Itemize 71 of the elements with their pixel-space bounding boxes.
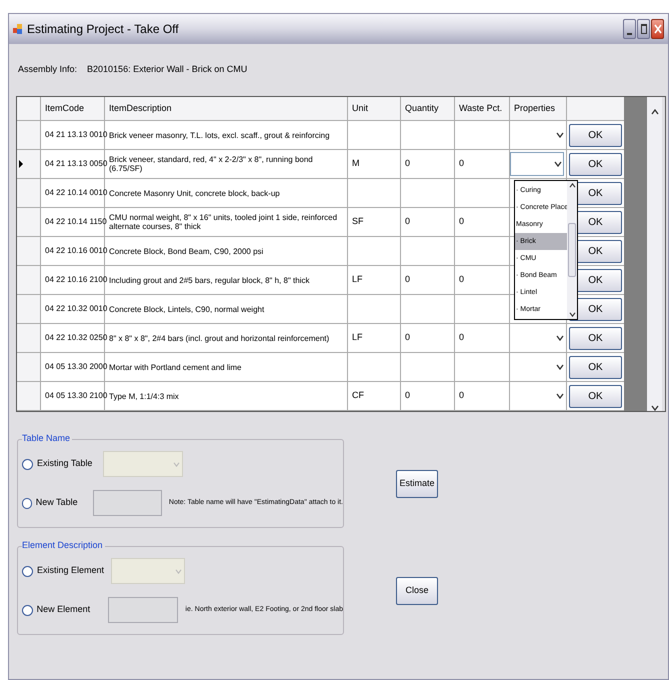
table-cell: CF <box>348 382 401 411</box>
table-cell <box>401 295 455 324</box>
column-header[interactable]: Waste Pct. <box>455 97 510 121</box>
ok-button[interactable]: OK <box>569 124 622 146</box>
table-cell: 0 <box>401 382 455 411</box>
table-cell: CMU normal weight, 8" x 16" units, tooled joint 1 side, reinforced alternate courses, 8" thick <box>105 208 348 237</box>
column-header[interactable]: ItemCode <box>41 97 105 121</box>
radio-label: New Table <box>36 496 79 510</box>
table-cell: 04 22 10.14 0010 <box>41 179 105 208</box>
column-header[interactable]: Properties <box>510 97 567 121</box>
assembly-info-label: Assembly Info: <box>18 63 78 76</box>
table-cell: SF <box>348 208 401 237</box>
table-cell: 0 <box>401 208 455 237</box>
scroll-up-icon[interactable] <box>568 183 576 188</box>
column-header[interactable]: Unit <box>348 97 401 121</box>
row-header[interactable] <box>17 150 41 179</box>
action-button[interactable]: Close <box>396 576 438 604</box>
scroll-thumb[interactable] <box>568 223 576 277</box>
table-cell: 04 22 10.32 0250 <box>41 324 105 353</box>
table-cell: 0 <box>401 150 455 179</box>
ok-button[interactable]: OK <box>569 384 622 408</box>
ok-button[interactable]: OK <box>569 152 622 176</box>
table-cell <box>401 179 455 208</box>
table-cell: 04 22 10.16 0010 <box>41 237 105 266</box>
table-cell: LF <box>348 266 401 295</box>
table-cell: 04 21 13.13 0050 <box>41 150 105 179</box>
table-cell <box>455 295 510 324</box>
close-icon <box>654 24 662 34</box>
radio-label: Existing Table <box>37 457 94 470</box>
group-title: Element Description <box>22 539 105 552</box>
table-cell <box>348 295 401 324</box>
radio-label: Existing Element <box>37 564 106 578</box>
table-cell: 04 05 13.30 2100 <box>41 382 105 411</box>
table-cell: 0 <box>401 266 455 295</box>
table-cell <box>348 353 401 382</box>
list-scrollbar[interactable] <box>567 181 577 319</box>
table-cell <box>348 121 401 150</box>
scroll-down-icon[interactable] <box>650 405 658 411</box>
column-header[interactable]: ItemDescription <box>105 97 348 121</box>
table-cell <box>401 121 455 150</box>
table-cell: 04 22 10.14 1150 <box>41 208 105 237</box>
table-cell: LF <box>348 324 401 353</box>
scrollbar[interactable] <box>647 97 662 411</box>
table-cell: 0 <box>455 324 510 353</box>
assembly-info-value: B2010156: Exterior Wall - Brick on CMU <box>87 63 248 76</box>
table-cell <box>455 237 510 266</box>
table-cell <box>348 179 401 208</box>
table-cell: 0 <box>455 208 510 237</box>
table-cell: 04 21 13.13 0010 <box>41 121 105 150</box>
table-cell <box>401 237 455 266</box>
table-cell <box>401 353 455 382</box>
table-cell: 04 05 13.30 2000 <box>41 353 105 382</box>
maximize-button[interactable] <box>637 19 650 39</box>
close-button[interactable] <box>651 19 664 39</box>
action-button[interactable]: Estimate <box>396 470 438 498</box>
ok-button[interactable]: OK <box>569 326 622 350</box>
app-icon <box>13 23 23 35</box>
table-cell: M <box>348 150 401 179</box>
radio-label: New Element <box>36 603 92 616</box>
table-cell <box>348 237 401 266</box>
table-cell: 04 22 10.32 0010 <box>41 295 105 324</box>
table-cell: 0 <box>455 382 510 411</box>
header-cell <box>17 97 41 121</box>
table-cell: 0 <box>455 266 510 295</box>
window-title: Estimating Project - Take Off <box>27 21 179 38</box>
scroll-down-icon[interactable] <box>568 312 576 317</box>
ok-button[interactable]: OK <box>569 356 622 378</box>
minimize-button[interactable] <box>623 19 636 39</box>
table-cell: 0 <box>401 324 455 353</box>
column-header[interactable]: Quantity <box>401 97 455 121</box>
table-cell: 04 22 10.16 2100 <box>41 266 105 295</box>
